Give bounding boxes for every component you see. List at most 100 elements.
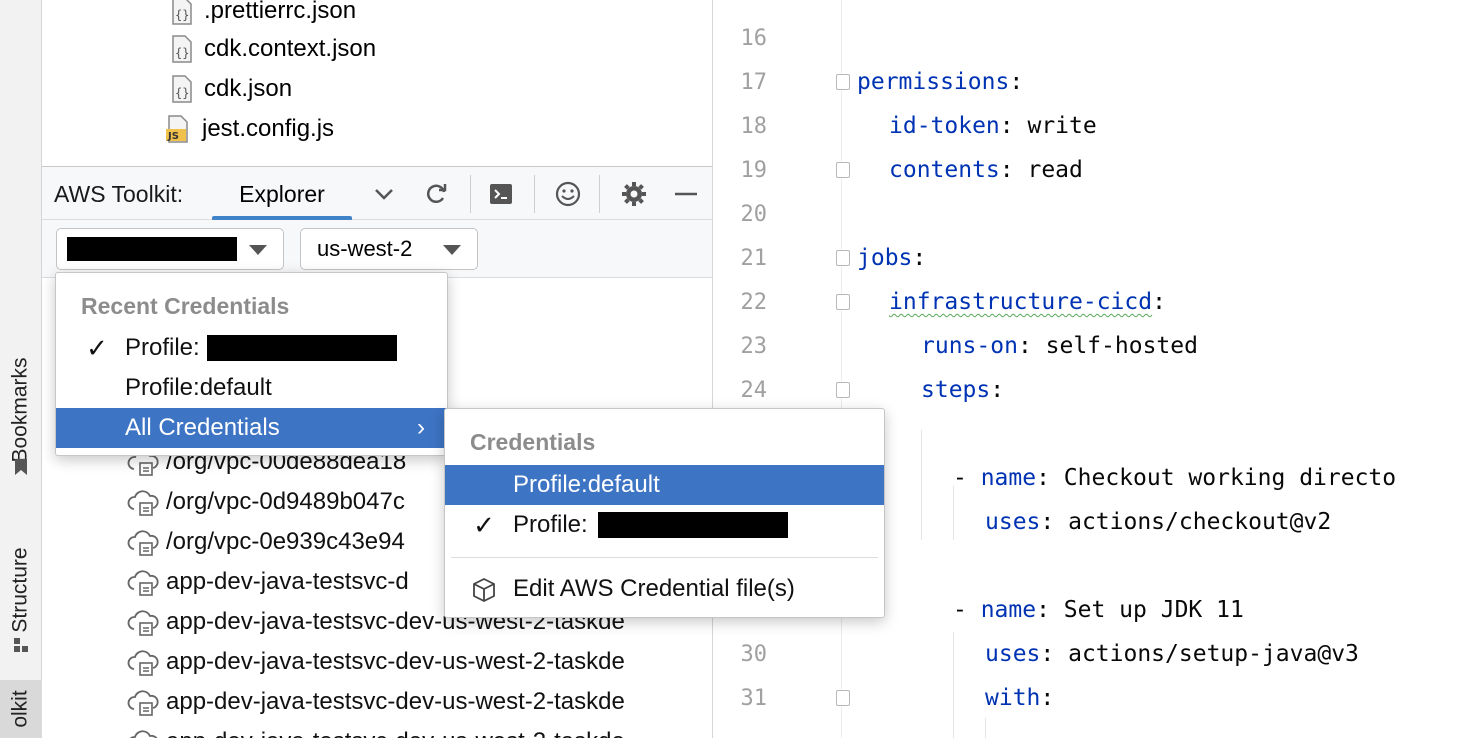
cloud-resource-icon [127, 490, 159, 516]
explorer-node-label: /org/vpc-0e939c43e94 [166, 528, 405, 555]
json-file-icon: {} [172, 75, 192, 103]
code-line[interactable]: 19 contents: read [713, 148, 1464, 192]
line-number: 24 [740, 377, 768, 403]
file-name: .prettierrc.json [204, 0, 357, 24]
chevron-right-icon: › [417, 414, 425, 441]
code-line[interactable]: 23 runs-on: self-hosted [713, 324, 1464, 368]
file-name: cdk.json [204, 75, 293, 102]
submenu-item-profile-current[interactable]: ✓ Profile: [445, 505, 884, 545]
terminal-icon[interactable] [487, 180, 515, 208]
fold-marker-icon[interactable] [836, 250, 850, 266]
all-credentials-submenu: Credentials Profile:default ✓ Profile: E… [444, 408, 885, 618]
file-name: jest.config.js [202, 115, 335, 142]
region-value: us-west-2 [317, 236, 413, 261]
cloud-resource-icon [127, 530, 159, 556]
code-token: : [1040, 641, 1069, 667]
redacted-profile [207, 335, 397, 361]
code-text: infrastructure-cicd: [889, 289, 1166, 315]
region-selector[interactable]: us-west-2 [300, 228, 478, 270]
menu-separator [451, 557, 878, 558]
file-name: cdk.context.json [204, 35, 377, 62]
code-token: : [1152, 289, 1166, 315]
code-token: : [1036, 597, 1064, 623]
chevron-down-icon[interactable] [370, 180, 398, 208]
code-token: : [1009, 69, 1024, 95]
code-text: - name: Set up JDK 11 [953, 597, 1244, 623]
checkmark-icon: ✓ [473, 509, 495, 540]
code-line[interactable]: 31 with: [713, 676, 1464, 720]
explorer-node[interactable]: app-dev-java-testsvc-d [126, 562, 409, 602]
fold-marker-icon[interactable] [836, 690, 850, 706]
fold-marker-icon[interactable] [836, 162, 850, 178]
explorer-node[interactable]: /org/vpc-0d9489b047c [126, 482, 405, 522]
menu-item-profile-current[interactable]: ✓ Profile: [56, 328, 447, 368]
code-token: name [980, 597, 1037, 623]
fold-marker-icon[interactable] [836, 74, 850, 90]
explorer-node-label: /org/vpc-0d9489b047c [166, 488, 405, 515]
menu-item-label: Profile: [125, 334, 200, 361]
left-tool-strip: Bookmarks Structure olkit [0, 0, 42, 738]
code-text: jobs: [857, 245, 926, 271]
submenu-item-profile-default[interactable]: Profile:default [445, 465, 884, 505]
code-line[interactable]: 30 uses: actions/setup-java@v3 [713, 632, 1464, 676]
submenu-item-edit-credentials[interactable]: Edit AWS Credential file(s) [445, 569, 884, 609]
line-number: 17 [740, 69, 768, 95]
recent-credentials-header: Recent Credentials [81, 293, 290, 319]
code-text: runs-on: self-hosted [921, 333, 1198, 359]
code-line[interactable]: 16 [713, 16, 1464, 60]
code-line[interactable]: 17 permissions: [713, 60, 1464, 104]
aws-toolkit-header: AWS Toolkit: Explorer [42, 166, 712, 221]
cloud-resource-icon [127, 650, 159, 676]
explorer-node[interactable]: app-dev-java-testsvc-dev-us-west-2-taskd… [126, 642, 625, 682]
fold-marker-icon[interactable] [836, 382, 850, 398]
tree-file-row[interactable]: JS jest.config.js [164, 109, 334, 149]
toolwindow-title: AWS Toolkit: [54, 181, 184, 207]
code-token: : [1040, 685, 1055, 711]
code-line[interactable]: 24 steps: [713, 368, 1464, 412]
line-number: 31 [740, 685, 768, 711]
code-token: : [999, 113, 1028, 139]
tab-explorer[interactable]: Explorer [212, 167, 352, 221]
refresh-icon[interactable] [422, 180, 450, 208]
code-token: name [980, 465, 1037, 491]
credential-selector[interactable] [56, 228, 284, 270]
aws-toolkit-tab[interactable]: olkit [0, 680, 42, 738]
bookmarks-tab-label: Bookmarks [9, 357, 32, 463]
fold-marker-icon[interactable] [836, 294, 850, 310]
line-number: 23 [740, 333, 768, 359]
header-separator [534, 175, 535, 213]
code-text: - name: Checkout working directo [953, 465, 1396, 491]
menu-item-profile-default[interactable]: Profile:default [56, 368, 447, 408]
svg-text:{}: {} [175, 86, 189, 100]
tree-file-row[interactable]: {} cdk.json [170, 69, 292, 109]
cloud-resource-icon [127, 570, 159, 596]
code-token: read [1027, 157, 1083, 183]
explorer-node-label: app-dev-java-testsvc-dev-us-west-2-taskd… [166, 728, 625, 738]
code-token: - [953, 597, 981, 623]
redacted-profile [598, 512, 788, 538]
explorer-node-label: app-dev-java-testsvc-d [166, 568, 409, 595]
code-line[interactable]: 21 jobs: [713, 236, 1464, 280]
structure-icon [14, 638, 28, 652]
code-line[interactable]: 20 [713, 192, 1464, 236]
code-line[interactable]: 18 id-token: write [713, 104, 1464, 148]
explorer-node[interactable]: /org/vpc-0e939c43e94 [126, 522, 405, 562]
tree-file-row[interactable]: {} cdk.context.json [170, 29, 376, 69]
menu-item-all-credentials[interactable]: All Credentials › [56, 408, 447, 448]
line-number: 30 [740, 641, 768, 667]
gear-icon[interactable] [620, 180, 648, 208]
code-token: Checkout working directo [1063, 465, 1397, 491]
submenu-item-label: Profile:default [513, 471, 660, 498]
code-line[interactable]: 22 infrastructure-cicd: [713, 280, 1464, 324]
svg-text:{}: {} [175, 46, 189, 60]
yaml-editor[interactable]: 16 17 permissions: 18 id-token: write 19 conte… [712, 0, 1464, 738]
explorer-node[interactable]: app-dev-java-testsvc-dev-us-west-2-taskd… [126, 722, 625, 738]
submenu-item-label: Edit AWS Credential file(s) [513, 575, 795, 602]
code-token: : [912, 245, 927, 271]
code-text: permissions: [857, 69, 1023, 95]
minimize-icon[interactable] [672, 180, 700, 208]
smiley-feedback-icon[interactable] [554, 180, 582, 208]
code-token: actions/setup-java@v3 [1068, 641, 1359, 667]
tree-file-row[interactable]: {} .prettierrc.json [170, 0, 356, 31]
explorer-node[interactable]: app-dev-java-testsvc-dev-us-west-2-taskd… [126, 682, 625, 722]
